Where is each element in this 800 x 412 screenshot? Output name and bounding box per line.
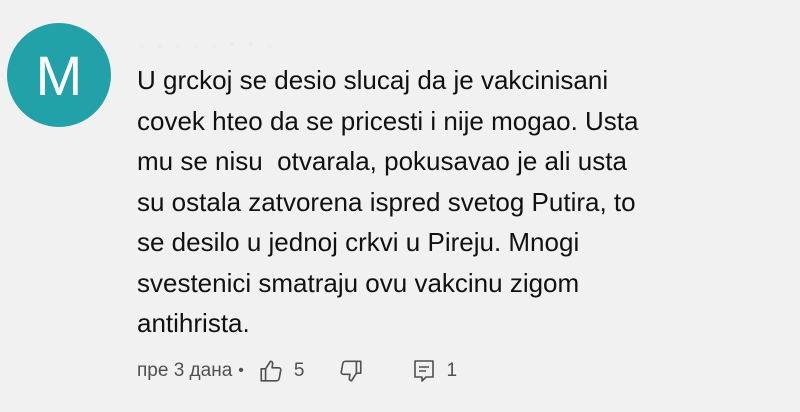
comment-text-line: su ostala zatvorena ispred svetog Putira…: [137, 186, 636, 217]
thumbs-up-icon: [260, 360, 282, 382]
comment-text-line: mu se nisu otvarala, pokusavao je ali us…: [137, 146, 627, 176]
reply-count: 1: [446, 360, 458, 381]
avatar[interactable]: M: [7, 23, 111, 127]
reply-comment-icon: [414, 360, 435, 382]
comment-text-line: antihrista.: [137, 308, 250, 338]
author-name-obscured: . . . . . - - .: [140, 38, 278, 50]
like-button[interactable]: 5: [258, 358, 305, 384]
comment-actions: пре 3 дана • 5 1: [137, 358, 457, 384]
thumbs-down-icon: [340, 360, 363, 382]
comment-text-line: covek hteo da se pricesti i nije mogao. …: [137, 105, 639, 136]
comment: M . . . . . - - . U grckoj se desio sluc…: [0, 0, 800, 412]
comment-text-line: svestenici smatraju ovu vakcinu zigom: [137, 267, 580, 298]
timestamp: пре 3 дана: [137, 360, 233, 381]
comment-text-line: se desilo u jednoj crkvi u Pireju. Mnogi: [137, 227, 580, 257]
comment-text-line: U grckoj se desio slucaj da je vakcinisa…: [137, 65, 609, 95]
like-count: 5: [293, 360, 305, 381]
dislike-button[interactable]: [338, 358, 364, 384]
comment-text: U grckoj se desio slucaj da je vakcinisa…: [137, 60, 777, 344]
separator-dot: •: [238, 362, 244, 379]
reply-button[interactable]: 1: [412, 358, 457, 384]
avatar-letter: M: [35, 43, 83, 107]
